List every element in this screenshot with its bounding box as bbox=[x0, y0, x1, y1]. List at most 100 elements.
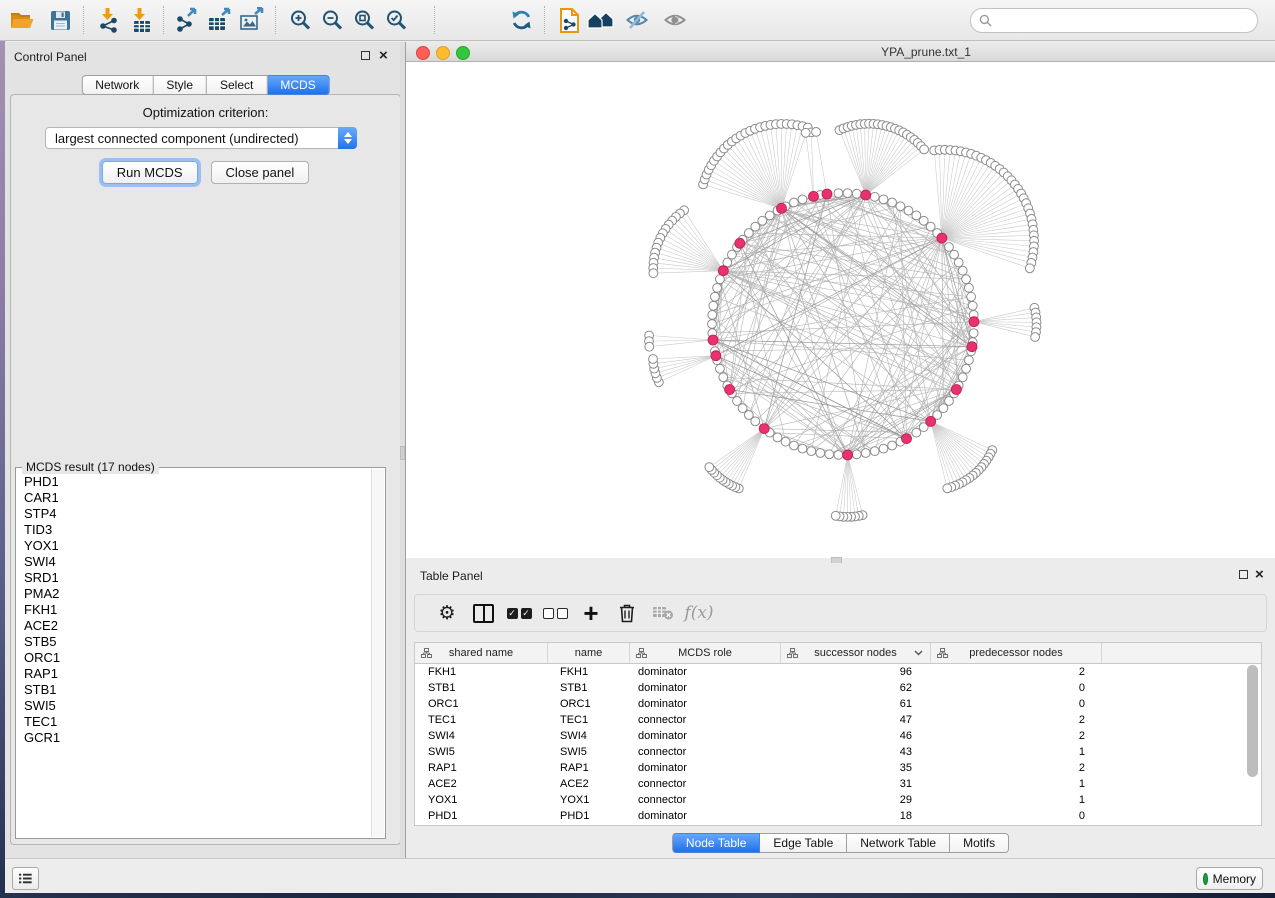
mcds-node[interactable]: SRD1 bbox=[24, 570, 371, 586]
mcds-node[interactable]: RAP1 bbox=[24, 666, 371, 682]
show-graphics-details-button[interactable] bbox=[659, 4, 691, 36]
tab-mcds[interactable]: MCDS bbox=[267, 75, 329, 95]
run-mcds-button[interactable]: Run MCDS bbox=[102, 161, 198, 184]
window-minimize-icon[interactable] bbox=[436, 46, 450, 60]
float-table-panel-icon[interactable] bbox=[1239, 570, 1248, 579]
save-session-button[interactable] bbox=[44, 4, 76, 36]
tab-network[interactable]: Network bbox=[81, 75, 153, 95]
mcds-node[interactable]: YOX1 bbox=[24, 538, 371, 554]
mcds-node[interactable]: GCR1 bbox=[24, 730, 371, 746]
table-row[interactable]: TEC1TEC1connector472 bbox=[415, 712, 1261, 728]
create-column-button[interactable]: + bbox=[573, 598, 609, 628]
table-row[interactable]: ACE2ACE2connector311 bbox=[415, 776, 1261, 792]
mcds-node[interactable]: TID3 bbox=[24, 522, 371, 538]
mcds-node[interactable]: PMA2 bbox=[24, 586, 371, 602]
tab-motifs[interactable]: Motifs bbox=[950, 833, 1009, 853]
column-header-mcds-role[interactable]: MCDS role bbox=[630, 643, 781, 663]
export-network-button[interactable] bbox=[172, 4, 204, 36]
cell-mcds-role: dominator bbox=[628, 808, 778, 824]
tab-select[interactable]: Select bbox=[207, 75, 267, 95]
zoom-out-button[interactable] bbox=[316, 4, 348, 36]
import-network-button[interactable] bbox=[92, 4, 124, 36]
select-all-columns-button[interactable]: ✓✓ bbox=[501, 598, 537, 628]
mcds-result-title: MCDS result (17 nodes) bbox=[22, 460, 159, 474]
mcds-node[interactable]: TEC1 bbox=[24, 714, 371, 730]
mcds-node[interactable]: ACE2 bbox=[24, 618, 371, 634]
mcds-node[interactable]: PHD1 bbox=[24, 474, 371, 490]
fit-content-button[interactable] bbox=[348, 4, 380, 36]
table-row[interactable]: RAP1RAP1dominator352 bbox=[415, 760, 1261, 776]
close-panel-button[interactable]: Close panel bbox=[211, 161, 310, 184]
network-column-icon bbox=[787, 648, 798, 658]
split-panel-button[interactable] bbox=[465, 598, 501, 628]
cell-shared-name: TEC1 bbox=[415, 712, 547, 728]
cell-shared-name: YOX1 bbox=[415, 792, 547, 808]
tab-edge-table[interactable]: Edge Table bbox=[760, 833, 847, 853]
cell-predecessor-nodes: 0 bbox=[927, 808, 1097, 824]
search-box[interactable] bbox=[970, 8, 1258, 33]
column-header-name[interactable]: name bbox=[548, 643, 630, 663]
window-close-icon[interactable] bbox=[416, 46, 430, 60]
table-row[interactable]: PHD1PHD1dominator180 bbox=[415, 808, 1261, 824]
column-header-shared-name[interactable]: shared name bbox=[415, 643, 548, 663]
delete-table-button[interactable] bbox=[645, 598, 681, 628]
mcds-tab-content: Optimization criterion: largest connecte… bbox=[10, 94, 401, 845]
table-row[interactable]: SWI5SWI5connector431 bbox=[415, 744, 1261, 760]
cell-shared-name: PHD1 bbox=[415, 808, 547, 824]
close-panel-icon[interactable]: × bbox=[379, 51, 388, 60]
mcds-node[interactable]: STB5 bbox=[24, 634, 371, 650]
tab-style[interactable]: Style bbox=[153, 75, 207, 95]
zoom-in-button[interactable] bbox=[284, 4, 316, 36]
refresh-icon bbox=[509, 8, 534, 32]
mcds-node[interactable]: STB1 bbox=[24, 682, 371, 698]
search-icon bbox=[979, 14, 992, 27]
criterion-dropdown[interactable]: largest connected component (undirected) bbox=[45, 127, 357, 149]
table-scrollbar[interactable] bbox=[1247, 665, 1258, 777]
network-window-title: YPA_prune.txt_1 bbox=[626, 45, 1226, 59]
export-network-icon bbox=[175, 7, 201, 33]
import-table-button[interactable] bbox=[124, 4, 156, 36]
table-row[interactable]: SWI4SWI4dominator462 bbox=[415, 728, 1261, 744]
cell-shared-name: ORC1 bbox=[415, 696, 547, 712]
mcds-node[interactable]: SWI4 bbox=[24, 554, 371, 570]
memory-button[interactable]: Memory bbox=[1196, 867, 1263, 890]
tab-network-table[interactable]: Network Table bbox=[847, 833, 950, 853]
tab-node-table[interactable]: Node Table bbox=[672, 833, 761, 853]
float-panel-icon[interactable] bbox=[361, 51, 370, 60]
mcds-node[interactable]: CAR1 bbox=[24, 490, 371, 506]
search-input[interactable] bbox=[997, 12, 1257, 28]
status-bar: Memory bbox=[5, 858, 1275, 893]
window-zoom-icon[interactable] bbox=[456, 46, 470, 60]
open-session-button[interactable] bbox=[6, 4, 38, 36]
eye-icon bbox=[663, 8, 687, 32]
table-row[interactable]: FKH1FKH1dominator962 bbox=[415, 664, 1261, 680]
function-builder-button[interactable]: f(x) bbox=[681, 598, 717, 628]
network-view-canvas[interactable] bbox=[406, 62, 1275, 558]
mcds-node[interactable]: ORC1 bbox=[24, 650, 371, 666]
cell-shared-name: SWI4 bbox=[415, 728, 547, 744]
first-neighbors-button[interactable] bbox=[585, 4, 617, 36]
task-history-button[interactable] bbox=[12, 867, 39, 890]
mcds-node[interactable]: SWI5 bbox=[24, 698, 371, 714]
export-table-button[interactable] bbox=[204, 4, 236, 36]
splitter-grip[interactable] bbox=[400, 446, 405, 460]
column-header-predecessor-nodes[interactable]: predecessor nodes bbox=[931, 643, 1102, 663]
mcds-node[interactable]: STP4 bbox=[24, 506, 371, 522]
mcds-list-scrollbar[interactable] bbox=[371, 469, 384, 837]
cell-predecessor-nodes: 2 bbox=[927, 712, 1097, 728]
table-row[interactable]: STB1STB1dominator620 bbox=[415, 680, 1261, 696]
refresh-view-button[interactable] bbox=[505, 4, 537, 36]
export-image-button[interactable] bbox=[236, 4, 268, 36]
table-options-button[interactable]: ⚙ bbox=[429, 598, 465, 628]
table-row[interactable]: YOX1YOX1connector291 bbox=[415, 792, 1261, 808]
delete-columns-button[interactable] bbox=[609, 598, 645, 628]
table-row[interactable]: ORC1ORC1dominator610 bbox=[415, 696, 1261, 712]
network-graph[interactable] bbox=[406, 62, 1275, 558]
hide-selected-button[interactable] bbox=[621, 4, 653, 36]
new-network-from-selection-button[interactable] bbox=[553, 4, 585, 36]
column-header-successor-nodes[interactable]: successor nodes bbox=[781, 643, 931, 663]
close-table-panel-icon[interactable]: × bbox=[1255, 570, 1264, 579]
zoom-selected-button[interactable] bbox=[380, 4, 412, 36]
deselect-all-columns-button[interactable] bbox=[537, 598, 573, 628]
mcds-node[interactable]: FKH1 bbox=[24, 602, 371, 618]
